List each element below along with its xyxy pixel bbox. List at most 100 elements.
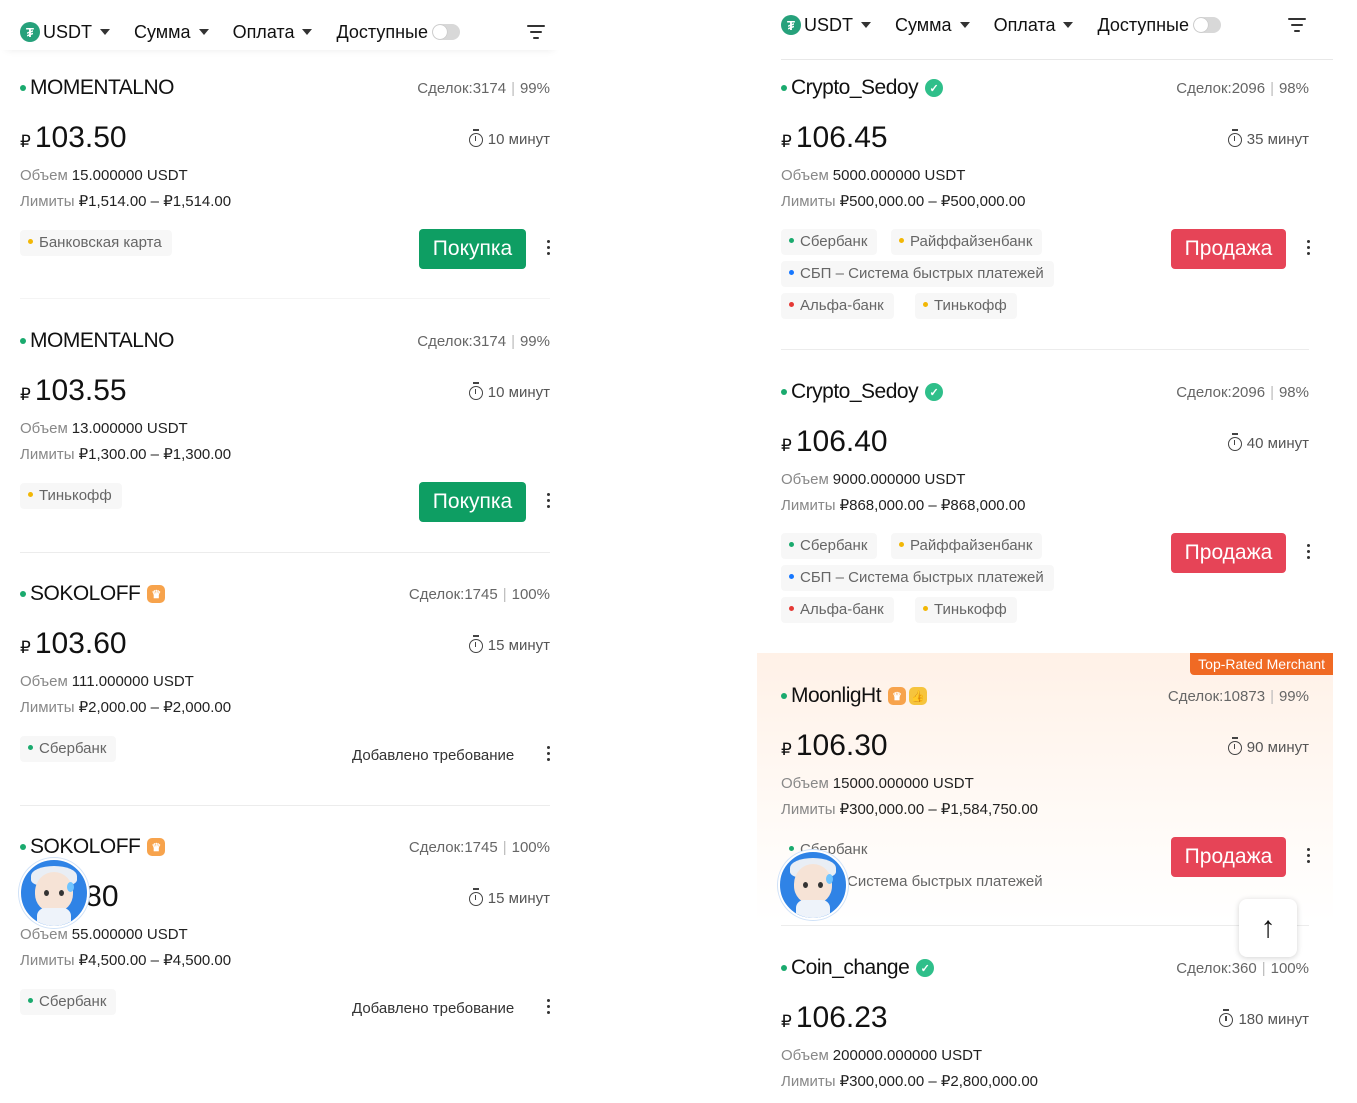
amount-filter[interactable]: Сумма (134, 22, 209, 43)
deal-count: Сделок:3174 (417, 80, 507, 97)
requirement-note[interactable]: Добавлено требование (352, 747, 514, 764)
payment-method-label: Банковская карта (39, 234, 162, 251)
dot-icon (789, 573, 794, 579)
payment-method-label: Сбербанк (39, 740, 107, 757)
payment-method-tag: Тинькофф (20, 483, 122, 509)
amount-filter[interactable]: Сумма (895, 15, 970, 36)
available-label: Доступные (1097, 14, 1189, 35)
volume-label: Объем (781, 775, 829, 792)
payment-method-tag: Альфа-банк (781, 597, 894, 623)
limits-label: Лимиты (20, 446, 75, 463)
payment-method-tag: Система быстрых платежей (839, 869, 1053, 895)
deal-count: Сделок:360 (1176, 960, 1257, 977)
payment-label: Оплата (232, 21, 295, 42)
panel-gap (560, 0, 757, 1103)
currency-symbol: ₽ (781, 740, 792, 759)
scroll-to-top-button[interactable]: ↑ (1239, 899, 1297, 957)
caret-down-icon (100, 29, 110, 35)
volume-label: Объем (20, 420, 68, 437)
more-options-icon[interactable] (1305, 240, 1311, 258)
price-row: ₽103.50 10 минут (20, 121, 550, 155)
payment-time: 10 минут (468, 128, 550, 148)
price-row: ₽.80 15 минут (20, 880, 550, 914)
right-offer-panel: ₮ USDT Сумма Оплата Доступные Top-Rated … (757, 0, 1357, 1103)
more-options-icon[interactable] (545, 493, 551, 511)
online-dot (781, 965, 787, 971)
limits-label: Лимиты (781, 1073, 836, 1090)
limits-value: ₽1,514.00 – ₽1,514.00 (78, 193, 232, 210)
online-dot (20, 85, 26, 91)
sell-button[interactable]: Продажа (1171, 837, 1286, 877)
available-filter: Доступные (336, 22, 460, 43)
merchant-name[interactable]: SOKOLOFF (30, 582, 141, 606)
payment-method-tag: Сбербанк (781, 533, 878, 559)
price: 106.40 (795, 425, 888, 458)
buy-button[interactable]: Покупка (419, 229, 526, 269)
payment-method-label: Райффайзенбанк (910, 233, 1033, 250)
volume-label: Объем (20, 673, 68, 690)
merchant-name[interactable]: Crypto_Sedoy (791, 76, 919, 100)
price: 103.60 (34, 627, 127, 660)
divider (20, 298, 550, 299)
more-options-icon[interactable] (545, 999, 551, 1017)
buy-button[interactable]: Покупка (419, 482, 526, 522)
payment-time: 90 минут (1227, 736, 1309, 756)
requirement-note[interactable]: Добавлено требование (352, 1000, 514, 1017)
offer-card: Coin_change ✓ Сделок:360 | 100% ₽106.23 18… (781, 953, 1309, 1103)
payment-filter[interactable]: Оплата (994, 15, 1074, 36)
currency-symbol: ₽ (20, 132, 31, 151)
filter-bar: ₮ USDT Сумма Оплата Доступные (757, 8, 1357, 42)
timer-icon (1227, 736, 1242, 755)
sell-button[interactable]: Продажа (1171, 229, 1286, 269)
completion-rate: 98% (1278, 384, 1309, 401)
more-options-icon[interactable] (1305, 848, 1311, 866)
more-options-icon[interactable] (1305, 544, 1311, 562)
volume: Объем 9000.000000 USDT (781, 471, 965, 488)
filter-icon[interactable] (527, 23, 547, 41)
price: 106.30 (795, 729, 888, 762)
offer-card: SOKOLOFF ♛ Сделок:1745|100% ₽.80 15 мину… (20, 832, 550, 1062)
more-options-icon[interactable] (545, 240, 551, 258)
payment-filter[interactable]: Оплата (233, 22, 313, 43)
sweat-drop-icon (826, 874, 833, 884)
currency-filter[interactable]: ₮ USDT (781, 15, 871, 36)
merchant-name[interactable]: MOMENTALNO (30, 76, 174, 100)
offer-card: Crypto_Sedoy ✓ Сделок:2096 | 98% ₽106.40 4… (781, 377, 1311, 657)
dot-icon (923, 301, 928, 307)
tether-icon: ₮ (20, 22, 40, 42)
currency-filter[interactable]: ₮ USDT (20, 22, 110, 43)
currency-symbol: ₽ (20, 638, 31, 657)
verified-badge-icon: ✓ (925, 383, 944, 401)
online-dot (20, 591, 26, 597)
merchant-name[interactable]: Crypto_Sedoy (791, 380, 919, 404)
completion-rate: 100% (511, 586, 550, 603)
time-label: 180 минут (1238, 1011, 1309, 1028)
dot-icon (789, 269, 794, 275)
completion-rate: 99% (519, 333, 550, 350)
merchant-name[interactable]: SOKOLOFF (30, 835, 141, 859)
available-toggle[interactable] (1192, 17, 1221, 33)
time-label: 40 минут (1246, 435, 1309, 452)
filter-icon[interactable] (1288, 16, 1308, 34)
volume-value: 15000.000000 USDT (832, 775, 974, 792)
timer-icon (468, 634, 483, 653)
merchant-name[interactable]: Coin_change (791, 956, 910, 980)
support-avatar[interactable] (19, 858, 89, 928)
merchant-name[interactable]: MoonligHt (791, 684, 882, 708)
volume-label: Объем (781, 167, 829, 184)
avatar-body (796, 900, 830, 918)
completion-rate: 100% (511, 839, 550, 856)
completion-rate: 100% (1270, 960, 1309, 977)
merchant-name[interactable]: MOMENTALNO (30, 329, 174, 353)
payment-method-tag: Сбербанк (20, 989, 117, 1015)
more-options-icon[interactable] (545, 746, 551, 764)
currency-symbol: ₽ (781, 1012, 792, 1031)
merchant-stats: Сделок:3174 | 99% (417, 333, 550, 350)
available-toggle[interactable] (431, 24, 460, 40)
support-avatar[interactable] (778, 850, 848, 920)
sell-button[interactable]: Продажа (1171, 533, 1286, 573)
price: 106.23 (795, 1001, 888, 1034)
dot-icon (28, 238, 33, 244)
dot-icon (899, 541, 904, 547)
payment-method-label: Альфа-банк (800, 297, 884, 314)
